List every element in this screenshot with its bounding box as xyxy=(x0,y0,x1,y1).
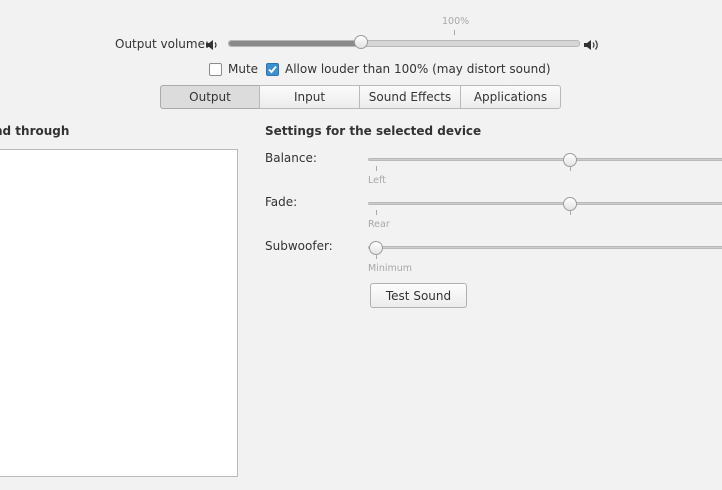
fade-center-tick xyxy=(570,210,571,215)
speaker-high-icon xyxy=(583,38,599,52)
subwoofer-label: Subwoofer: xyxy=(265,239,333,253)
tab-bar: Output Input Sound Effects Applications xyxy=(160,85,561,109)
subwoofer-slider[interactable] xyxy=(368,246,722,249)
fade-left-tick xyxy=(376,210,377,215)
allow-louder-label: Allow louder than 100% (may distort soun… xyxy=(285,62,551,76)
balance-left-tick xyxy=(376,166,377,171)
output-volume-fill xyxy=(229,41,362,46)
balance-label: Balance: xyxy=(265,151,317,165)
sound-settings-window: Output volume: 100% Mute Allow louder th… xyxy=(0,0,722,490)
tab-output[interactable]: Output xyxy=(160,85,260,109)
allow-louder-checkbox[interactable] xyxy=(266,63,279,76)
output-device-list[interactable] xyxy=(0,149,238,477)
mute-label: Mute xyxy=(228,62,259,76)
subwoofer-min-mark: Minimum xyxy=(368,263,413,274)
volume-100-tick xyxy=(454,30,455,35)
output-volume-slider[interactable] xyxy=(228,40,580,47)
fade-slider[interactable] xyxy=(368,202,722,205)
balance-center-tick xyxy=(570,166,571,171)
subwoofer-min-tick xyxy=(376,254,377,259)
volume-100-marker-label: 100% xyxy=(442,16,470,27)
mute-checkbox[interactable] xyxy=(209,63,222,76)
output-volume-label: Output volume: xyxy=(115,37,209,51)
fade-left-mark: Rear xyxy=(368,219,390,230)
tab-sound-effects[interactable]: Sound Effects xyxy=(359,85,461,109)
tab-applications[interactable]: Applications xyxy=(460,85,561,109)
balance-left-mark: Left xyxy=(368,175,386,186)
output-volume-handle[interactable] xyxy=(354,35,368,49)
balance-slider[interactable] xyxy=(368,158,722,161)
speaker-low-icon xyxy=(205,38,221,52)
fade-handle[interactable] xyxy=(563,197,577,211)
settings-heading: Settings for the selected device xyxy=(265,124,482,138)
balance-handle[interactable] xyxy=(563,153,577,167)
test-sound-button[interactable]: Test Sound xyxy=(370,283,467,308)
subwoofer-handle[interactable] xyxy=(369,241,383,255)
tab-input[interactable]: Input xyxy=(259,85,360,109)
fade-label: Fade: xyxy=(265,195,298,209)
output-device-heading: nd through xyxy=(0,124,70,138)
